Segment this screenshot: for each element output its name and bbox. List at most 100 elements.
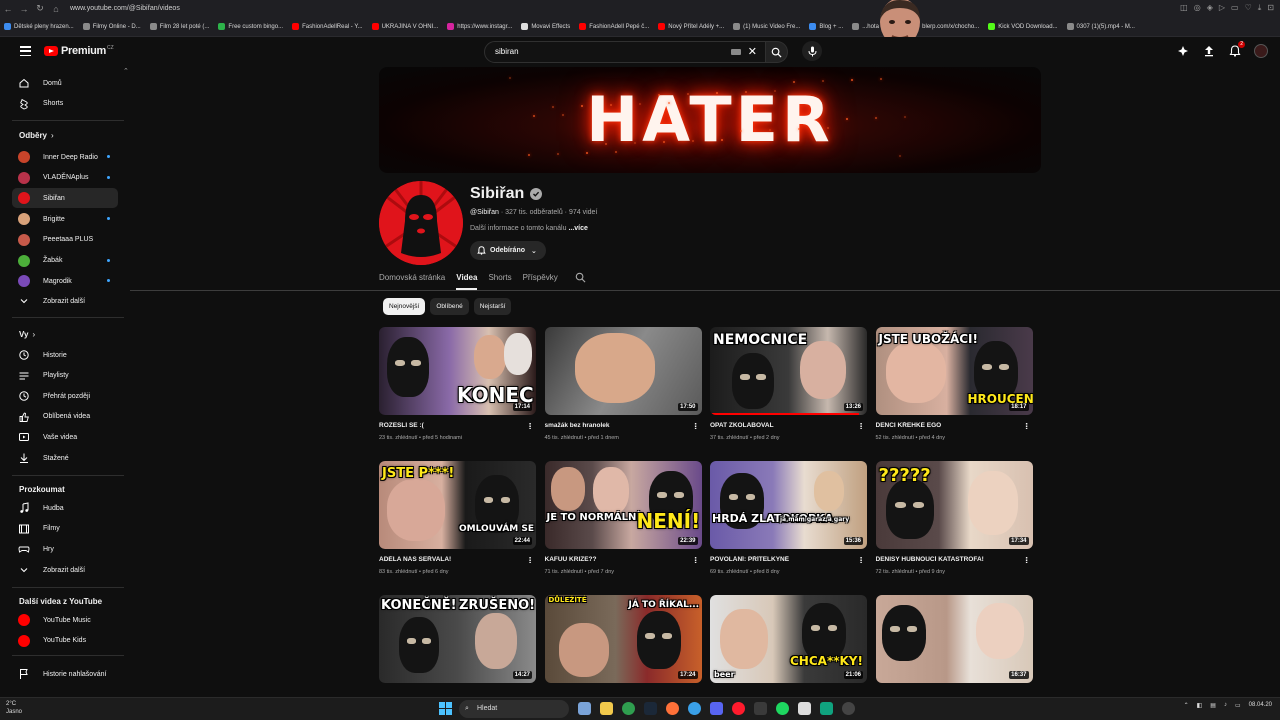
subscribed-button[interactable]: Odebíráno ⌄ [470, 241, 546, 260]
bookmark-item[interactable]: FashionAdellReal - Y... [292, 23, 363, 30]
sidebar-item[interactable]: Historie [12, 345, 118, 365]
sidebar-item[interactable]: Zobrazit další [12, 291, 118, 311]
sidebar-item[interactable]: Brigitte [12, 209, 118, 229]
sidebar-item[interactable]: Domů [12, 73, 118, 93]
channel-tab[interactable]: Shorts [488, 271, 511, 290]
sort-chip[interactable]: Oblíbené [430, 298, 469, 315]
lock-icon[interactable]: ⊡ [1267, 3, 1274, 13]
clear-search-icon[interactable]: ✕ [748, 42, 757, 62]
windows-start-icon[interactable] [439, 702, 452, 715]
settings-icon[interactable] [842, 702, 855, 715]
bookmark-item[interactable]: Filmy Online - D... [82, 23, 141, 30]
sidebar-section-title[interactable]: Prozkoumat [19, 485, 65, 494]
bookmark-item[interactable]: 0307 (1)(5).mp4 - M... [1066, 23, 1135, 30]
video-title[interactable]: ROZEŠLI SE :(⋮ [379, 422, 537, 429]
extension-icon[interactable]: ◫ [1180, 3, 1188, 13]
firefox-icon[interactable] [666, 702, 679, 715]
video-thumbnail[interactable]: JÁ TO ŘÍKAL... DŮLEŽITÉ 17:24 [544, 595, 702, 683]
task-view-icon[interactable] [578, 702, 591, 715]
sidebar-item[interactable]: Shorts [12, 94, 118, 114]
sidebar-item[interactable]: Stažené [12, 448, 118, 468]
sidebar-section-title[interactable]: Vy › [19, 330, 35, 339]
keyboard-icon[interactable] [731, 49, 741, 55]
sidebar-item[interactable]: Zobrazit další [12, 560, 118, 580]
menu-icon[interactable] [20, 46, 31, 56]
channel-description-link[interactable]: Další informace o tomto kanálu ...více [470, 225, 588, 232]
bookmark-item[interactable]: https://www.instagr... [447, 23, 512, 30]
sidebar-item[interactable]: Vaše videa [12, 427, 118, 447]
video-card[interactable]: KONEC 17:14 ROZEŠLI SE :(⋮ 23 tis. zhlédnut… [379, 327, 537, 441]
chrome-icon[interactable] [622, 702, 635, 715]
video-card[interactable]: CHCA**KY! beer 21:06 [710, 595, 868, 683]
video-title[interactable]: smažák bez hranolek ⋮ [545, 422, 703, 429]
video-title[interactable]: DENISY HUBNOUCÍ KATASTROFA! ⋮ [876, 556, 1034, 563]
sidebar-item[interactable]: Playlisty [12, 366, 118, 386]
more-actions-icon[interactable]: ⋮ [1023, 556, 1031, 563]
sidebar-item[interactable]: Přehrát později [12, 386, 118, 406]
channel-tab[interactable]: Videa [456, 271, 478, 290]
sidebar-section-title[interactable]: Další videa z YouTube [19, 597, 102, 606]
video-thumbnail[interactable]: KONEČNĚ! ZRUŠENO! 14:27 [379, 595, 536, 683]
wallet-icon[interactable]: ▭ [1231, 3, 1239, 13]
spotify-icon[interactable] [776, 702, 789, 715]
video-title[interactable]: DENČI KŘEHKÉ EGO ⋮ [876, 422, 1034, 429]
sidebar-item[interactable]: Hudba [12, 498, 118, 518]
shield-icon[interactable]: ◈ [1207, 3, 1213, 13]
sidebar-section-title[interactable]: Odběry › [19, 131, 54, 140]
sidebar-item[interactable]: Magrodik [12, 271, 118, 291]
sidebar-item[interactable]: YouTube Music [12, 610, 118, 630]
sidebar-item[interactable]: Historie nahlašování [12, 664, 118, 684]
opera-icon[interactable] [732, 702, 745, 715]
back-icon[interactable]: ← [0, 4, 16, 14]
weather-widget[interactable]: 2°C Jasno [6, 700, 22, 716]
steam-icon[interactable] [644, 702, 657, 715]
downloads-browser-icon[interactable]: ⤓ [1258, 3, 1262, 13]
more-actions-icon[interactable]: ⋮ [1023, 422, 1031, 429]
bookmark-item[interactable]: Free custom bingo... [218, 23, 283, 30]
network-icon[interactable]: ▤ [1210, 702, 1216, 709]
taskbar-search[interactable]: ⌕ Hledat [459, 700, 569, 718]
sort-chip[interactable]: Nejstarší [473, 298, 512, 315]
more-actions-icon[interactable]: ⋮ [692, 422, 700, 429]
video-thumbnail[interactable]: JE TO NORMÁLNÍ NENÍ! 22:39 [544, 461, 702, 549]
sidebar-item[interactable]: Sibiřan [12, 188, 118, 209]
video-thumbnail[interactable]: KONEC 17:14 [379, 327, 536, 415]
bookmark-item[interactable]: Kick VOD Download... [988, 23, 1058, 30]
bookmark-item[interactable]: Blog + ... [809, 23, 843, 30]
tray-chevron-icon[interactable]: ⌃ [1184, 702, 1189, 709]
video-thumbnail[interactable]: 16:37 [875, 595, 1033, 683]
sort-chip[interactable]: Nejnovější [383, 298, 426, 315]
video-card[interactable]: ????? 17:34 DENISY HUBNOUCÍ KATASTROFA! ⋮ 72… [875, 461, 1034, 575]
bookmark-item[interactable]: Film 28 let poté (... [149, 23, 209, 30]
edge-icon[interactable] [688, 702, 701, 715]
video-card[interactable]: JE TO NORMÁLNÍ NENÍ! 22:39 KAFUU KRIZE?? ⋮ 71… [544, 461, 703, 575]
video-title[interactable]: ADÉLA NÁS SEŘVALA! ⋮ [379, 556, 537, 563]
video-thumbnail[interactable]: CHCA**KY! beer 21:06 [710, 595, 867, 683]
channel-tab[interactable]: Domovská stránka [379, 271, 445, 290]
notifications-button[interactable]: 2 [1228, 41, 1245, 58]
video-card[interactable]: 16:37 [875, 595, 1034, 683]
video-thumbnail[interactable]: HRDÁ ZLATOKOPKA já mám garaz a gary 15:36 [710, 461, 867, 549]
snapshot-icon[interactable]: ◎ [1194, 3, 1201, 13]
reload-icon[interactable]: ↻ [32, 3, 48, 14]
video-thumbnail[interactable]: JSTE UBOŽÁCI! HROUCENÍ 18:17 [875, 327, 1033, 415]
play-icon[interactable]: ▷ [1219, 3, 1225, 13]
favorite-icon[interactable]: ♡ [1245, 3, 1252, 13]
channel-search-icon[interactable] [575, 272, 586, 290]
sidebar-item[interactable]: Peeetaaa PLUS [12, 230, 118, 250]
video-thumbnail[interactable]: JSTE P***! OMLOUVÁM SE 22:44 [379, 461, 536, 549]
volume-icon[interactable]: ♪ [1224, 702, 1227, 708]
video-thumbnail[interactable]: NEMOCNICE 13:26 [710, 327, 867, 415]
bookmark-item[interactable]: UKRAJINA V OHNI... [371, 23, 438, 30]
video-thumbnail[interactable]: ????? 17:34 [875, 461, 1033, 549]
video-title[interactable]: KAFUU KRIZE?? ⋮ [545, 556, 703, 563]
video-title[interactable]: POVOLÁNÍ: PŘÍTELKYNĚ ⋮ [710, 556, 868, 563]
forward-icon[interactable]: → [16, 4, 32, 14]
bookmark-item[interactable]: FashionAdell Pepé č... [579, 23, 649, 30]
sidebar-item[interactable]: Inner Deep Radio [12, 147, 118, 167]
cast-icon[interactable] [1176, 44, 1190, 58]
voice-search-button[interactable] [802, 41, 822, 61]
search-input[interactable]: sibiran ✕ [484, 41, 766, 63]
obs-app-icon[interactable] [798, 702, 811, 715]
sidebar-item[interactable]: Oblíbená videa [12, 407, 118, 427]
